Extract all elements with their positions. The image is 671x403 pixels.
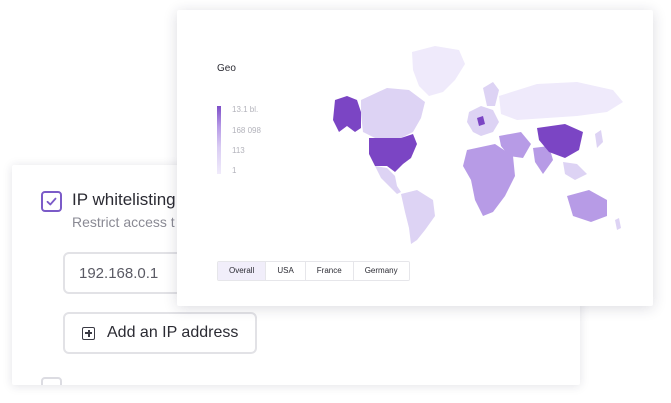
- legend-label-max: 13.1 bl.: [232, 105, 259, 114]
- geo-tabs: Overall USA France Germany: [217, 261, 410, 281]
- plus-square-icon: [82, 326, 95, 340]
- region-scandinavia: [483, 82, 499, 106]
- legend-color-scale: [217, 106, 221, 174]
- tab-overall[interactable]: Overall: [218, 262, 267, 280]
- geo-map-card: Geo 13.1 bl. 168 098 113 1 Overall USA F…: [177, 10, 653, 306]
- region-africa: [463, 144, 515, 216]
- ip-whitelisting-description: Restrict access t: [72, 214, 175, 230]
- ip-whitelisting-checkbox[interactable]: [41, 191, 62, 212]
- region-australia: [567, 190, 607, 222]
- legend-label-high: 168 098: [232, 126, 261, 135]
- legend-label-min: 1: [232, 166, 237, 175]
- region-mexico: [375, 166, 401, 194]
- world-map: [333, 46, 623, 244]
- region-new-zealand: [615, 218, 621, 230]
- tab-germany[interactable]: Germany: [353, 262, 409, 280]
- region-alaska: [333, 96, 361, 132]
- checkmark-icon: [46, 197, 57, 206]
- tab-usa[interactable]: USA: [266, 262, 306, 280]
- region-south-america: [401, 190, 435, 244]
- region-russia: [499, 82, 623, 120]
- ip-address-input[interactable]: [63, 252, 193, 294]
- region-japan: [595, 130, 603, 148]
- region-southeast-asia: [563, 162, 587, 180]
- region-greenland: [412, 46, 465, 96]
- tab-france[interactable]: France: [305, 262, 354, 280]
- region-canada: [361, 88, 425, 138]
- ip-whitelisting-title: IP whitelisting: [72, 190, 176, 209]
- geo-title: Geo: [217, 63, 236, 74]
- add-ip-address-label: Add an IP address: [107, 324, 239, 341]
- next-option-checkbox[interactable]: [41, 377, 62, 385]
- legend-label-mid: 113: [232, 146, 245, 155]
- add-ip-address-button[interactable]: Add an IP address: [63, 312, 257, 354]
